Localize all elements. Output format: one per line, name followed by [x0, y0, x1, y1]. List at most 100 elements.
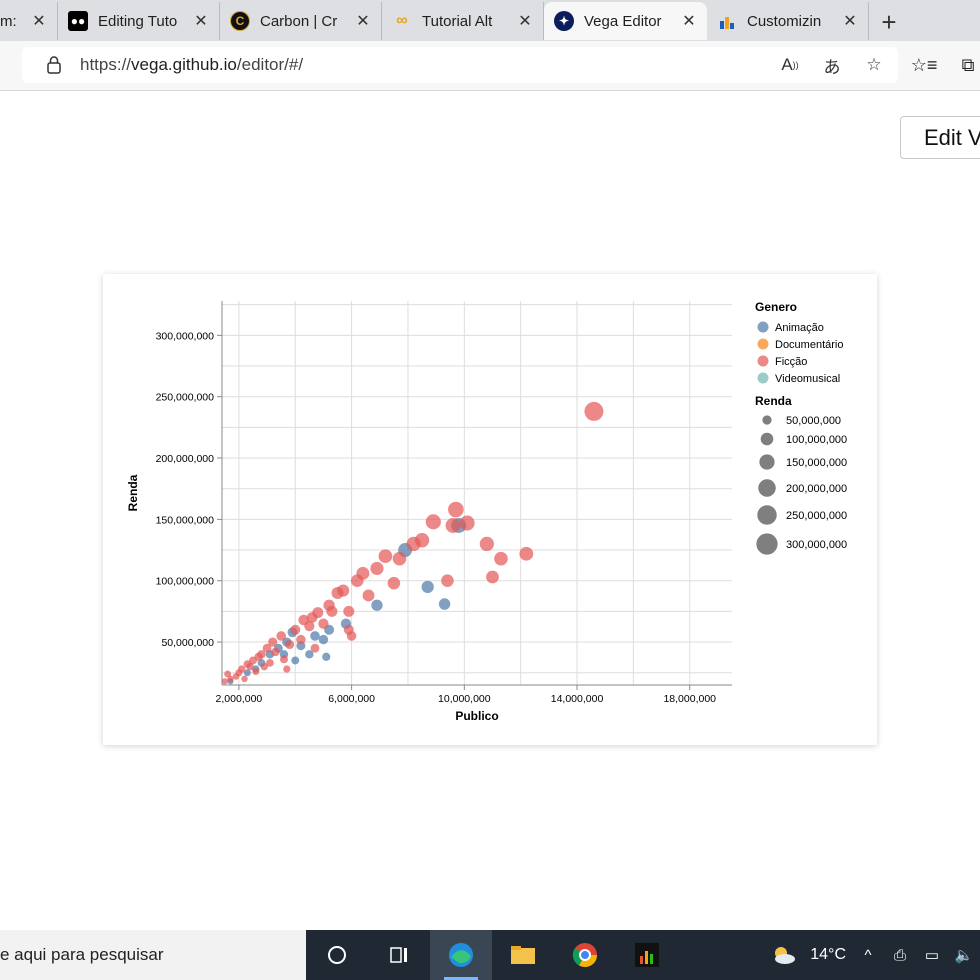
data-point — [370, 561, 384, 576]
data-point — [371, 599, 383, 611]
data-point — [387, 576, 401, 590]
browser-toolbar: https://vega.github.io/editor/#/ A)) あ ☆… — [0, 41, 980, 91]
data-point — [296, 634, 306, 645]
x-tick-label: 10,000,000 — [438, 693, 491, 705]
tab-4[interactable]: ∞ Tutorial Alt ✕ — [382, 2, 544, 40]
x-tick-label: 6,000,000 — [328, 693, 375, 705]
tab-3[interactable]: C Carbon | Cr ✕ — [220, 2, 382, 40]
tab-2[interactable]: ●● Editing Tuto ✕ — [58, 2, 220, 40]
data-point — [346, 631, 357, 641]
network-icon[interactable]: ▭ — [922, 946, 942, 964]
data-point — [356, 566, 370, 580]
data-point — [445, 518, 461, 534]
weather-icon[interactable] — [768, 944, 798, 966]
y-tick-label: 200,000,000 — [156, 453, 215, 465]
y-tick-label: 100,000,000 — [156, 576, 215, 588]
data-point — [285, 639, 295, 650]
taskbar-apps — [306, 930, 678, 980]
data-point — [252, 667, 260, 676]
close-icon[interactable]: ✕ — [355, 11, 371, 31]
data-point — [448, 501, 464, 518]
data-point — [362, 589, 375, 602]
chart-card: 2,000,000 6,000,000 10,000,000 14,000,000 18… — [103, 274, 877, 745]
new-tab-button[interactable]: + — [869, 3, 909, 41]
legend-label: Ficção — [775, 356, 807, 368]
legend-swatch — [757, 338, 769, 350]
data-point — [392, 551, 407, 566]
url-host: vega.github.io — [131, 55, 237, 74]
legend-size-label: 200,000,000 — [786, 483, 847, 495]
data-point — [519, 546, 534, 561]
altair-icon: ∞ — [396, 12, 408, 29]
address-bar-actions: A)) あ ☆ — [778, 51, 886, 79]
file-explorer-icon[interactable] — [492, 930, 554, 980]
tab-label: Vega Editor — [584, 12, 662, 30]
legend-size-label: 150,000,000 — [786, 457, 847, 469]
altair-docs-icon — [717, 11, 737, 31]
temperature-text[interactable]: 14°C — [810, 946, 846, 964]
chevron-up-icon[interactable]: ^ — [858, 947, 878, 964]
meet-now-icon[interactable]: ⎙ — [890, 947, 910, 964]
data-point — [425, 514, 441, 530]
read-aloud-icon[interactable]: A)) — [778, 53, 802, 77]
system-tray: 14°C ^ ⎙ ▭ 🔈 — [768, 930, 980, 980]
close-icon[interactable]: ✕ — [31, 11, 47, 31]
cortana-icon[interactable] — [306, 930, 368, 980]
close-icon[interactable]: ✕ — [517, 11, 533, 31]
add-favorite-icon[interactable]: ☆ — [862, 53, 886, 77]
tab-1[interactable]: m: ✕ — [0, 2, 58, 40]
data-point — [421, 580, 434, 594]
y-tick-label: 50,000,000 — [161, 637, 214, 649]
legend-label: Videomusical — [775, 373, 840, 385]
edge-icon[interactable] — [430, 930, 492, 980]
close-icon[interactable]: ✕ — [842, 11, 858, 31]
y-tick-label: 150,000,000 — [156, 514, 215, 526]
data-point — [241, 675, 248, 683]
lock-icon[interactable] — [44, 55, 64, 75]
address-bar[interactable]: https://vega.github.io/editor/#/ A)) あ ☆ — [22, 47, 898, 83]
favorites-icon[interactable]: ☆≡ — [911, 53, 938, 77]
data-point — [337, 584, 350, 597]
legend-swatch — [757, 355, 769, 367]
data-point — [221, 678, 228, 685]
y-axis-title: Renda — [126, 474, 140, 511]
data-point — [441, 574, 454, 588]
legend-size-label: 100,000,000 — [786, 434, 847, 446]
data-point — [414, 533, 430, 548]
vega-icon: ✦ — [554, 11, 574, 31]
close-icon[interactable]: ✕ — [193, 11, 209, 31]
data-point — [584, 401, 604, 421]
data-point — [312, 607, 324, 619]
data-point — [224, 670, 232, 678]
taskbar-search-input[interactable]: e aqui para pesquisar — [0, 930, 306, 980]
tab-6[interactable]: Customizin ✕ — [707, 2, 869, 40]
scatter-chart: 2,000,000 6,000,000 10,000,000 14,000,000 18… — [126, 300, 847, 723]
legend-size-label: 50,000,000 — [786, 415, 841, 427]
tab-label: Tutorial Alt — [422, 12, 493, 30]
data-point — [310, 643, 320, 653]
url-path: /editor/#/ — [236, 55, 304, 74]
app-icon[interactable] — [616, 930, 678, 980]
data-point — [343, 605, 355, 617]
toolbar-actions: ☆≡ ⧉ — [911, 53, 980, 77]
task-view-icon[interactable] — [368, 930, 430, 980]
tab-label: Editing Tuto — [98, 12, 178, 30]
x-tick-label: 14,000,000 — [551, 693, 604, 705]
volume-icon[interactable]: 🔈 — [954, 946, 974, 964]
y-tick-label: 250,000,000 — [156, 392, 215, 404]
data-point — [310, 631, 320, 641]
edit-vega-button[interactable]: Edit V — [900, 116, 980, 159]
data-point — [322, 652, 331, 661]
legend-swatch — [757, 321, 769, 333]
translate-icon[interactable]: あ — [820, 53, 844, 77]
url-text[interactable]: https://vega.github.io/editor/#/ — [80, 55, 303, 75]
data-point — [266, 659, 274, 667]
tab-vega-editor[interactable]: ✦ Vega Editor ✕ — [544, 2, 707, 40]
legend-size-label: 300,000,000 — [786, 539, 847, 551]
data-point — [486, 570, 499, 584]
data-point — [318, 634, 329, 645]
close-icon[interactable]: ✕ — [681, 11, 697, 31]
data-point — [268, 637, 278, 647]
chrome-icon[interactable] — [554, 930, 616, 980]
collections-icon[interactable]: ⧉ — [956, 53, 980, 77]
